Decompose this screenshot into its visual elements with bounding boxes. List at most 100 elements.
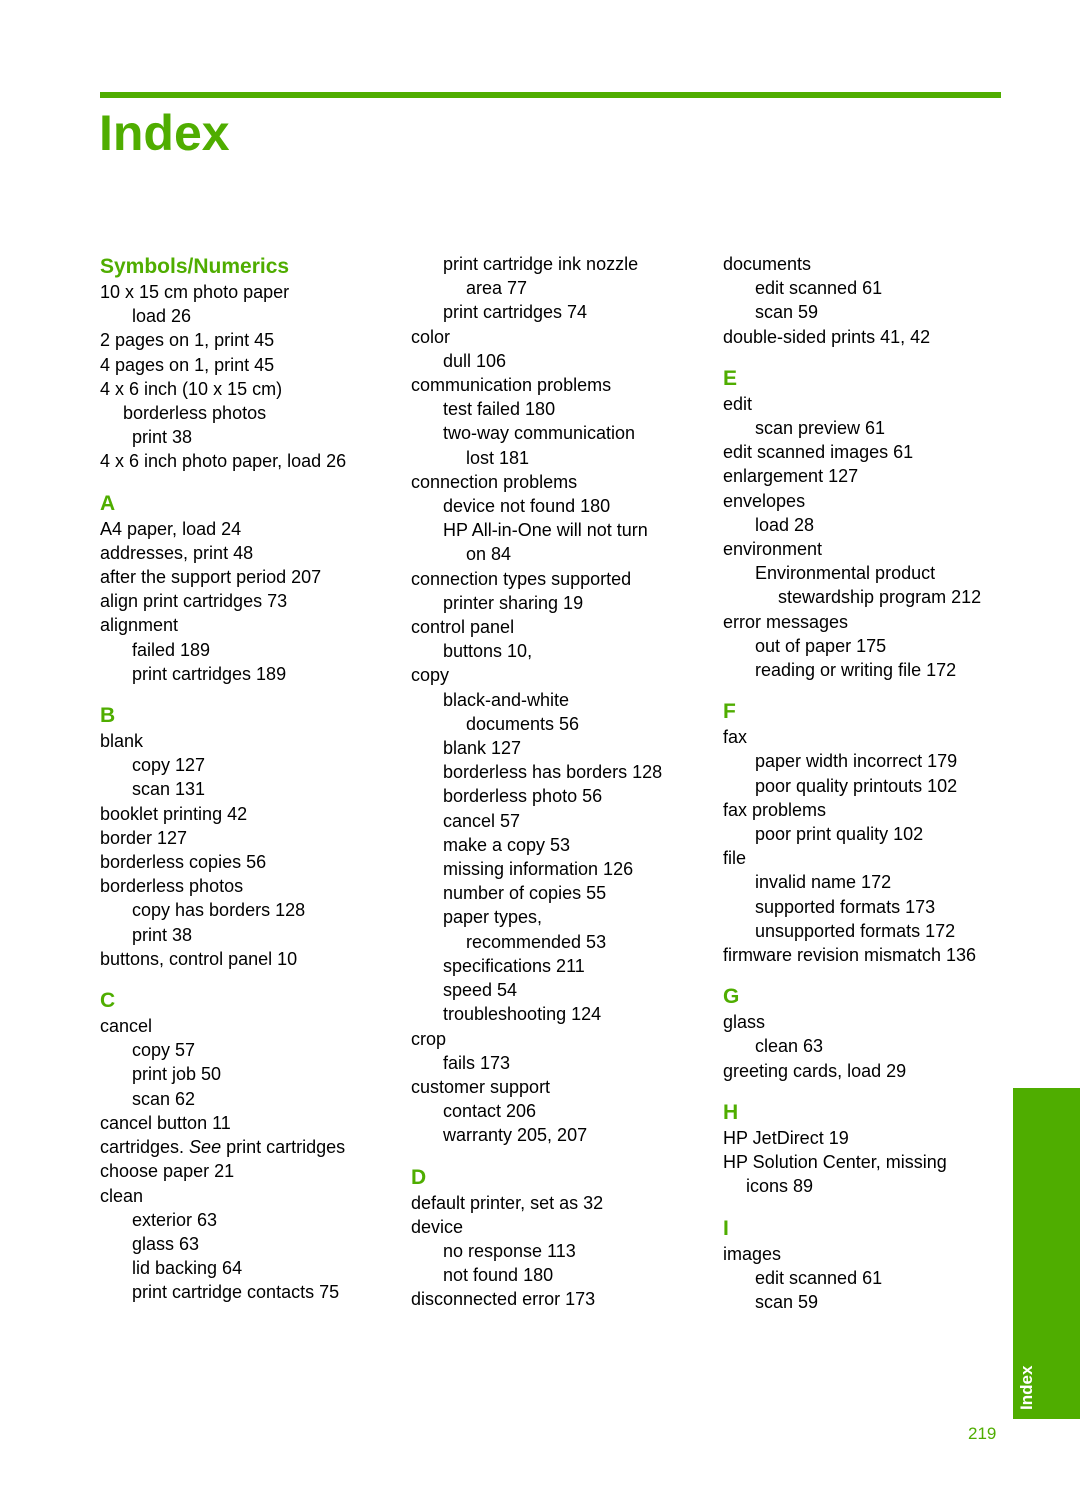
index-subentry: make a copy 53 <box>443 834 571 855</box>
index-subentry: clean 63 <box>755 1036 824 1057</box>
index-entry: cancel button 11 <box>100 1112 231 1133</box>
index-entry: double-sided prints 41, 42 <box>723 326 931 347</box>
index-entry: customer support <box>411 1076 551 1097</box>
index-subentry: lost 181 <box>466 447 530 468</box>
section-heading: C <box>100 989 116 1013</box>
index-section-d: Ddefault printer, set as 32 device no resp… <box>411 1165 711 1312</box>
index-subentry: failed 189 <box>132 639 211 660</box>
index-subentry: print 38 <box>132 427 193 448</box>
index-entry: color <box>411 326 451 347</box>
index-subentry: print cartridges 189 <box>132 663 287 684</box>
index-subentry: dull 106 <box>443 350 507 371</box>
index-subentry: warranty 205, 207 <box>443 1125 588 1146</box>
section-heading: H <box>723 1100 739 1124</box>
index-subentry: unsupported formats 172 <box>755 920 956 941</box>
index-section-c: Ccancel copy 57 print job 50 scan 62 cancel … <box>100 988 400 1304</box>
index-subentry: on 84 <box>466 544 512 565</box>
index-entry: border 127 <box>100 827 188 848</box>
index-section-h: H HP JetDirect 19 HP Solution Center, miss… <box>723 1100 1023 1199</box>
index-subentry: test failed 180 <box>443 399 556 420</box>
index-entry: cancel <box>100 1016 153 1037</box>
index-section-e: Eedit scan preview 61 edit scanned images … <box>723 366 1023 682</box>
index-subentry: printer sharing 19 <box>443 592 584 613</box>
index-subentry: load 26 <box>132 306 192 327</box>
index-entry: cartridges. See print cartridges <box>100 1135 400 1159</box>
page-title: Index <box>99 105 230 161</box>
index-subentry: documents 56 <box>466 713 580 734</box>
index-entry: file <box>723 848 747 869</box>
index-subentry: speed 54 <box>443 980 518 1001</box>
index-subentry: print cartridge contacts 75 <box>132 1282 340 1303</box>
index-entry: buttons, control panel 10 <box>100 948 298 969</box>
section-heading: F <box>723 700 736 724</box>
section-heading: A <box>100 491 116 515</box>
index-subentry: buttons 10, <box>443 641 533 662</box>
index-section-g: Gglass clean 63 greeting cards, load 29 <box>723 984 1023 1083</box>
index-subentry: troubleshooting 124 <box>443 1004 602 1025</box>
index-subentry: contact 206 <box>443 1101 537 1122</box>
index-subentry: no response 113 <box>443 1240 576 1261</box>
title-rule <box>100 92 1001 98</box>
index-entry: clean <box>100 1185 144 1206</box>
index-entry: borderless photos <box>100 876 244 897</box>
index-entry: device <box>411 1216 464 1237</box>
index-entry: connection problems <box>411 471 578 492</box>
index-section-a: A A4 paper, load 24 addresses, print 48 aft… <box>100 491 400 686</box>
index-entry: booklet printing 42 <box>100 803 248 824</box>
index-entry: HP Solution Center, missing <box>723 1152 947 1173</box>
index-subentry: print 38 <box>132 924 193 945</box>
index-entry: fax <box>723 727 748 748</box>
index-subentry: print cartridges 74 <box>443 302 588 323</box>
index-entry: images <box>723 1243 782 1264</box>
index-section-symbols-numerics: Symbols/Numerics 10 x 15 cm photo paper lo… <box>100 254 400 474</box>
index-subentry: exterior 63 <box>132 1209 218 1230</box>
index-entry: fax problems <box>723 799 827 820</box>
section-heading: E <box>723 366 738 390</box>
index-entry-continuation: borderless photos <box>123 403 267 424</box>
index-entry: enlargement 127 <box>723 466 859 487</box>
index-entry: 4 pages on 1, print 45 <box>100 354 275 375</box>
index-subentry: recommended 53 <box>466 931 607 952</box>
index-subentry: number of copies 55 <box>443 883 607 904</box>
index-subentry: fails 173 <box>443 1052 511 1073</box>
index-entry: control panel <box>411 617 515 638</box>
index-subentry: cancel 57 <box>443 810 521 831</box>
index-subentry: lid backing 64 <box>132 1258 243 1279</box>
entry-text: cartridges. <box>100 1137 190 1158</box>
index-subentry: stewardship program 212 <box>778 587 982 608</box>
index-entry: environment <box>723 539 823 560</box>
index-subentry: edit scanned 61 <box>755 278 883 299</box>
index-entry: after the support period 207 <box>100 567 322 588</box>
index-subentry: scan 59 <box>755 1291 819 1312</box>
index-subentry: edit scanned 61 <box>755 1267 883 1288</box>
index-entry: crop <box>411 1028 447 1049</box>
section-heading: D <box>411 1165 427 1189</box>
index-subentry: not found 180 <box>443 1265 554 1286</box>
index-entry: 10 x 15 cm photo paper <box>100 282 290 302</box>
index-entry: error messages <box>723 611 849 632</box>
index-subentry: scan preview 61 <box>755 418 886 439</box>
index-subentry: two-way communication <box>443 423 636 444</box>
index-section-f: Ffax paper width incorrect 179 poor qualit… <box>723 699 1023 967</box>
index-subentry: borderless has borders 128 <box>443 762 663 783</box>
index-subentry: load 28 <box>755 514 815 535</box>
index-subentry: print cartridge ink nozzle <box>443 254 639 274</box>
index-column-2: print cartridge ink nozzle area 77 print c… <box>411 252 711 1329</box>
index-entry: alignment <box>100 615 179 636</box>
index-subentry: missing information 126 <box>443 859 634 880</box>
index-entry: addresses, print 48 <box>100 542 254 563</box>
index-subentry: copy 57 <box>132 1040 196 1061</box>
index-entry: envelopes <box>723 490 806 511</box>
see-reference: See <box>189 1137 222 1158</box>
index-entry: firmware revision mismatch 136 <box>723 945 977 966</box>
index-section-continued: print cartridge ink nozzle area 77 print c… <box>411 252 711 1148</box>
index-subentry: glass 63 <box>132 1233 200 1254</box>
index-entry: 4 x 6 inch photo paper, load 26 <box>100 451 347 472</box>
chapter-side-tab-label: Index <box>1017 1365 1036 1410</box>
index-entry: edit <box>723 393 753 414</box>
index-subentry: area 77 <box>466 278 528 299</box>
index-subentry: supported formats 173 <box>755 896 936 917</box>
index-entry: align print cartridges 73 <box>100 591 288 612</box>
index-subentry: blank 127 <box>443 738 522 759</box>
index-entry-continuation: icons 89 <box>746 1176 814 1197</box>
